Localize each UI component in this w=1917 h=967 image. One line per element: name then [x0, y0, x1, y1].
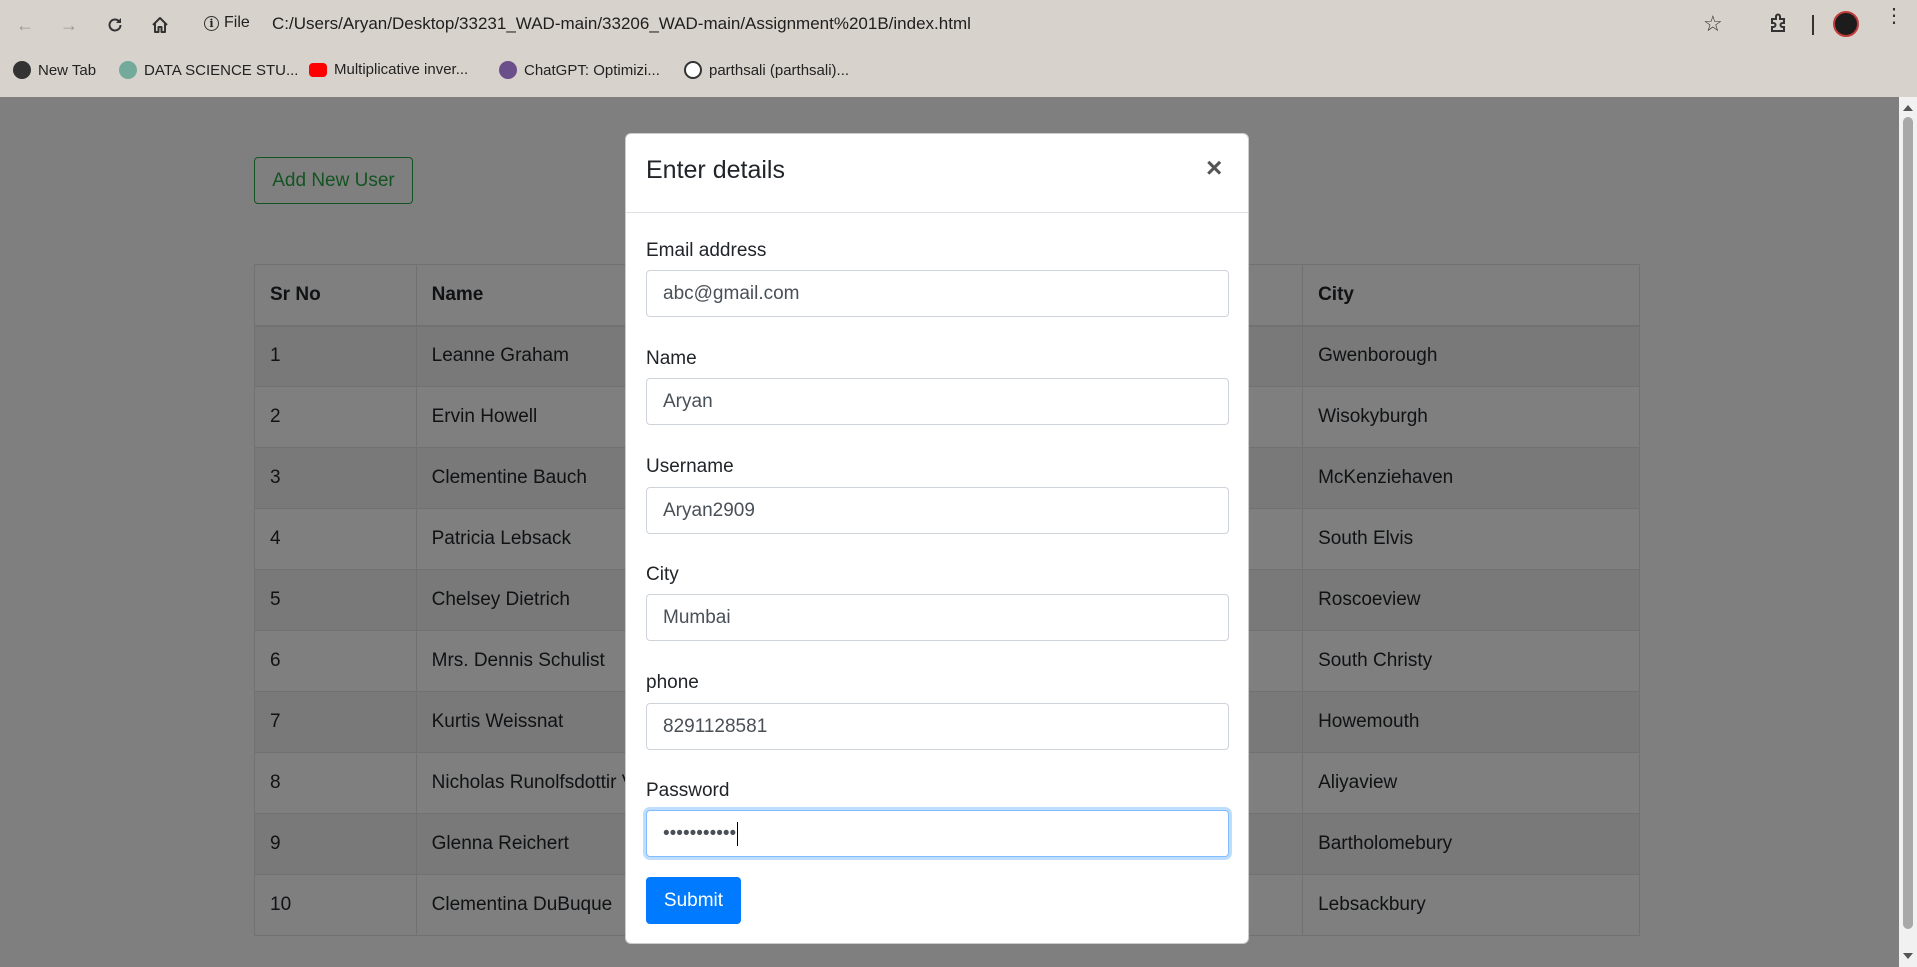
password-value: ••••••••••• — [663, 822, 737, 844]
city-value: Mumbai — [663, 606, 731, 628]
forward-icon[interactable]: → — [57, 13, 81, 37]
bookmark-item[interactable]: ChatGPT: Optimizi... — [499, 61, 660, 79]
username-field[interactable]: Aryan2909 — [646, 487, 1229, 534]
bookmark-label: parthsali (parthsali)... — [709, 61, 850, 79]
name-value: Aryan — [663, 390, 713, 412]
chatgpt-icon — [119, 61, 137, 79]
username-label: Username — [646, 456, 734, 477]
browser-chrome: ← → i File C:/Users/Aryan/Desktop/33231_… — [0, 0, 1917, 97]
home-icon[interactable] — [148, 13, 172, 37]
bookmark-star-icon[interactable]: ☆ — [1703, 11, 1723, 37]
modal-title: Enter details — [646, 156, 785, 184]
profile-avatar[interactable] — [1833, 11, 1859, 37]
text-caret — [737, 821, 739, 846]
phone-value: 8291128581 — [663, 715, 768, 737]
reload-icon[interactable] — [103, 13, 127, 37]
close-icon[interactable]: × — [1206, 152, 1222, 184]
browser-toolbar: ← → i File C:/Users/Aryan/Desktop/33231_… — [0, 0, 1917, 50]
scrollbar[interactable] — [1899, 97, 1917, 967]
bookmark-item[interactable]: parthsali (parthsali)... — [684, 61, 849, 79]
extensions-icon[interactable] — [1768, 13, 1790, 35]
name-field[interactable]: Aryan — [646, 378, 1229, 425]
city-label: City — [646, 564, 679, 585]
bookmark-item[interactable]: New Tab — [13, 61, 96, 79]
bookmark-item[interactable]: DATA SCIENCE STU... — [119, 61, 298, 79]
phone-field[interactable]: 8291128581 — [646, 703, 1229, 750]
phone-label: phone — [646, 672, 699, 693]
modal-header: Enter details × — [626, 134, 1248, 213]
bookmark-label: ChatGPT: Optimizi... — [524, 61, 660, 79]
scroll-down-icon[interactable] — [1903, 953, 1913, 959]
site-info-label: File — [224, 14, 250, 31]
city-field[interactable]: Mumbai — [646, 594, 1229, 641]
password-field[interactable]: ••••••••••• — [646, 810, 1229, 857]
chatgpt-icon — [499, 61, 517, 79]
bookmarks-bar: New Tab DATA SCIENCE STU... Multiplicati… — [0, 58, 1917, 84]
bookmark-label: New Tab — [38, 61, 97, 79]
submit-button[interactable]: Submit — [646, 877, 741, 924]
info-icon: i — [204, 15, 219, 31]
globe-icon — [13, 61, 31, 79]
password-label: Password — [646, 780, 730, 801]
back-icon[interactable]: ← — [13, 13, 37, 37]
enter-details-modal: Enter details × Email address abc@gmail.… — [625, 133, 1249, 944]
scroll-up-icon[interactable] — [1903, 105, 1913, 111]
github-icon — [684, 61, 702, 79]
youtube-icon — [309, 62, 327, 77]
username-value: Aryan2909 — [663, 499, 755, 521]
bookmark-label: DATA SCIENCE STU... — [144, 61, 299, 79]
browser-menu-icon[interactable]: ⋮ — [1884, 6, 1904, 26]
address-bar[interactable]: C:/Users/Aryan/Desktop/33231_WAD-main/33… — [272, 14, 971, 34]
bookmark-item[interactable]: Multiplicative inver... — [309, 61, 468, 78]
scrollbar-thumb[interactable] — [1903, 117, 1913, 929]
bookmark-label: Multiplicative inver... — [334, 61, 469, 78]
email-value: abc@gmail.com — [663, 282, 800, 304]
name-label: Name — [646, 348, 697, 369]
toolbar-separator — [1812, 15, 1814, 35]
email-label: Email address — [646, 240, 767, 261]
site-info-button[interactable]: i File — [204, 14, 250, 32]
email-field[interactable]: abc@gmail.com — [646, 270, 1229, 317]
